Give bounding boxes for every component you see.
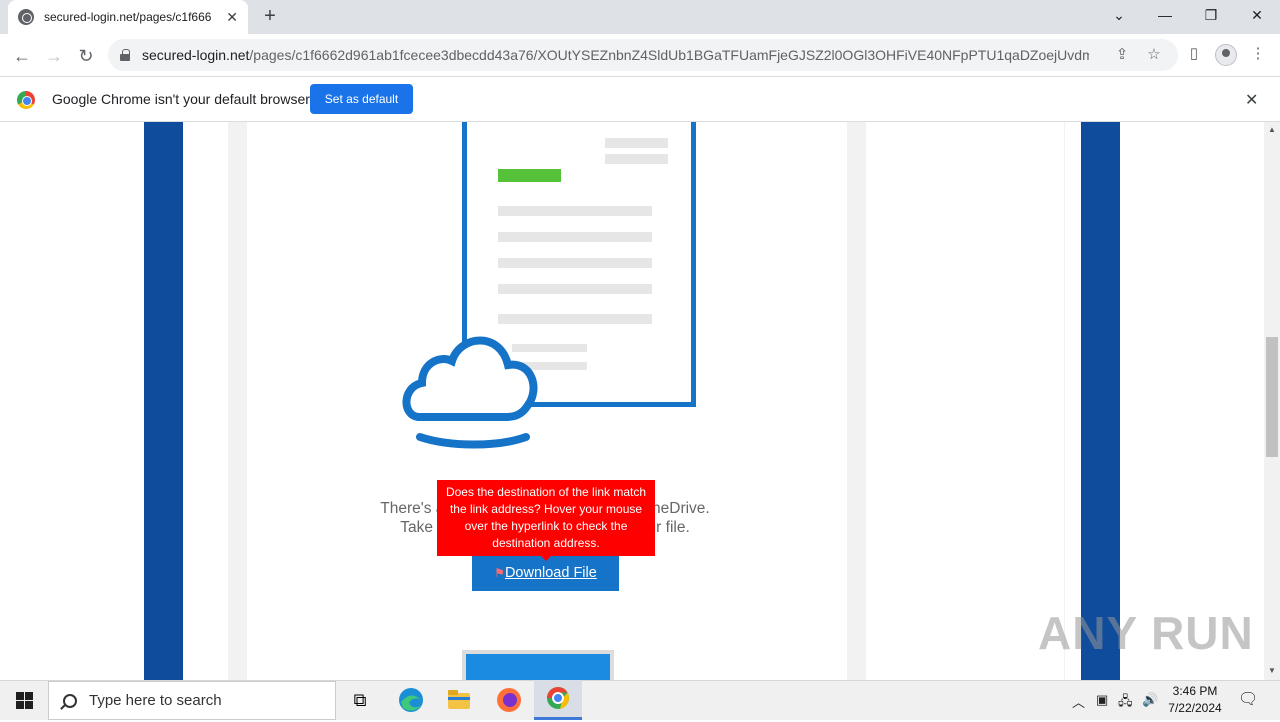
doc-line	[498, 232, 652, 242]
taskbar-search-box[interactable]: Type here to search	[48, 681, 336, 720]
side-panel-icon[interactable]: ▯	[1184, 44, 1204, 64]
search-icon	[63, 693, 77, 708]
flag-icon: ⚑	[494, 566, 505, 580]
share-icon[interactable]: ⇪	[1113, 46, 1131, 64]
notifications-icon[interactable]: 🗨	[1238, 689, 1258, 709]
browser-tab[interactable]: secured-login.net/pages/c1f666 ✕	[8, 0, 248, 34]
scrollbar-thumb[interactable]	[1266, 337, 1278, 457]
bookmark-star-icon[interactable]: ☆	[1145, 46, 1163, 64]
right-band	[1081, 122, 1120, 680]
new-tab-button[interactable]: +	[258, 4, 282, 28]
edge-icon[interactable]	[395, 684, 427, 716]
anyrun-watermark: ANY RUN	[1038, 607, 1254, 659]
close-window-button[interactable]: ✕	[1234, 0, 1280, 30]
doc-line	[498, 314, 652, 324]
tray-device-icon[interactable]: ▣	[1096, 692, 1108, 708]
infobar-message: Google Chrome isn't your default browser	[52, 91, 310, 107]
left-band	[144, 122, 183, 680]
infobar-close-icon[interactable]: ✕	[1245, 90, 1258, 110]
tooltip-arrow	[541, 556, 551, 561]
download-file-label: Download File	[504, 565, 597, 581]
tray-chevron-icon[interactable]: ︿	[1072, 692, 1085, 711]
file-explorer-icon[interactable]	[443, 684, 475, 716]
scroll-up-arrow[interactable]: ▲	[1264, 123, 1280, 137]
clock-time: 3:46 PM	[1172, 684, 1218, 698]
windows-start-button[interactable]	[0, 680, 48, 720]
page-viewport: There's a new file shared with you on On…	[0, 122, 1264, 680]
restore-button[interactable]: ❐	[1188, 0, 1234, 30]
task-view-icon[interactable]: ⧉	[344, 684, 376, 716]
network-icon[interactable]: 🖧	[1118, 692, 1133, 714]
doc-line	[498, 258, 652, 268]
doc-line	[498, 284, 652, 294]
chrome-logo-icon	[17, 91, 35, 109]
lock-icon[interactable]	[120, 49, 130, 61]
minimize-button[interactable]: —	[1142, 0, 1188, 30]
taskbar-clock[interactable]: 3:46 PM 7/22/2024	[1160, 683, 1230, 717]
forward-button[interactable]: →	[38, 40, 70, 72]
firefox-icon[interactable]	[493, 684, 525, 716]
chrome-taskbar-button[interactable]	[534, 680, 582, 720]
cloud-icon	[402, 336, 538, 449]
set-as-default-button[interactable]: Set as default	[310, 84, 413, 114]
doc-status-bar	[498, 169, 561, 182]
chrome-icon	[547, 687, 569, 709]
profile-avatar[interactable]	[1215, 44, 1237, 66]
download-file-button[interactable]: ⚑Download File	[472, 556, 619, 591]
tab-title: secured-login.net/pages/c1f666	[44, 10, 212, 24]
reload-button[interactable]: ↻	[70, 40, 102, 72]
scroll-down-arrow[interactable]: ▼	[1264, 664, 1280, 678]
doc-line	[605, 154, 668, 164]
taskbar-search-placeholder: Type here to search	[89, 692, 222, 709]
doc-line	[498, 206, 652, 216]
globe-icon	[18, 9, 34, 25]
back-button[interactable]: ←	[6, 40, 38, 72]
email-side-column	[866, 122, 1064, 680]
close-tab-icon[interactable]: ✕	[226, 9, 238, 26]
doc-line	[605, 138, 668, 148]
address-bar[interactable]: secured-login.net /pages/c1f6662d961ab1f…	[108, 39, 1178, 71]
menu-kebab-icon[interactable]: ⋮	[1248, 44, 1268, 64]
next-section-thumbnail	[462, 650, 614, 680]
tab-search-icon[interactable]: ⌄	[1096, 0, 1142, 30]
clock-date: 7/22/2024	[1168, 701, 1222, 715]
link-warning-tooltip: Does the destination of the link match t…	[437, 480, 655, 556]
url-path: /pages/c1f6662d961ab1fcecee3dbecdd43a76/…	[249, 47, 1090, 63]
url-host: secured-login.net	[142, 47, 250, 63]
volume-icon[interactable]: 🔊	[1142, 692, 1158, 708]
